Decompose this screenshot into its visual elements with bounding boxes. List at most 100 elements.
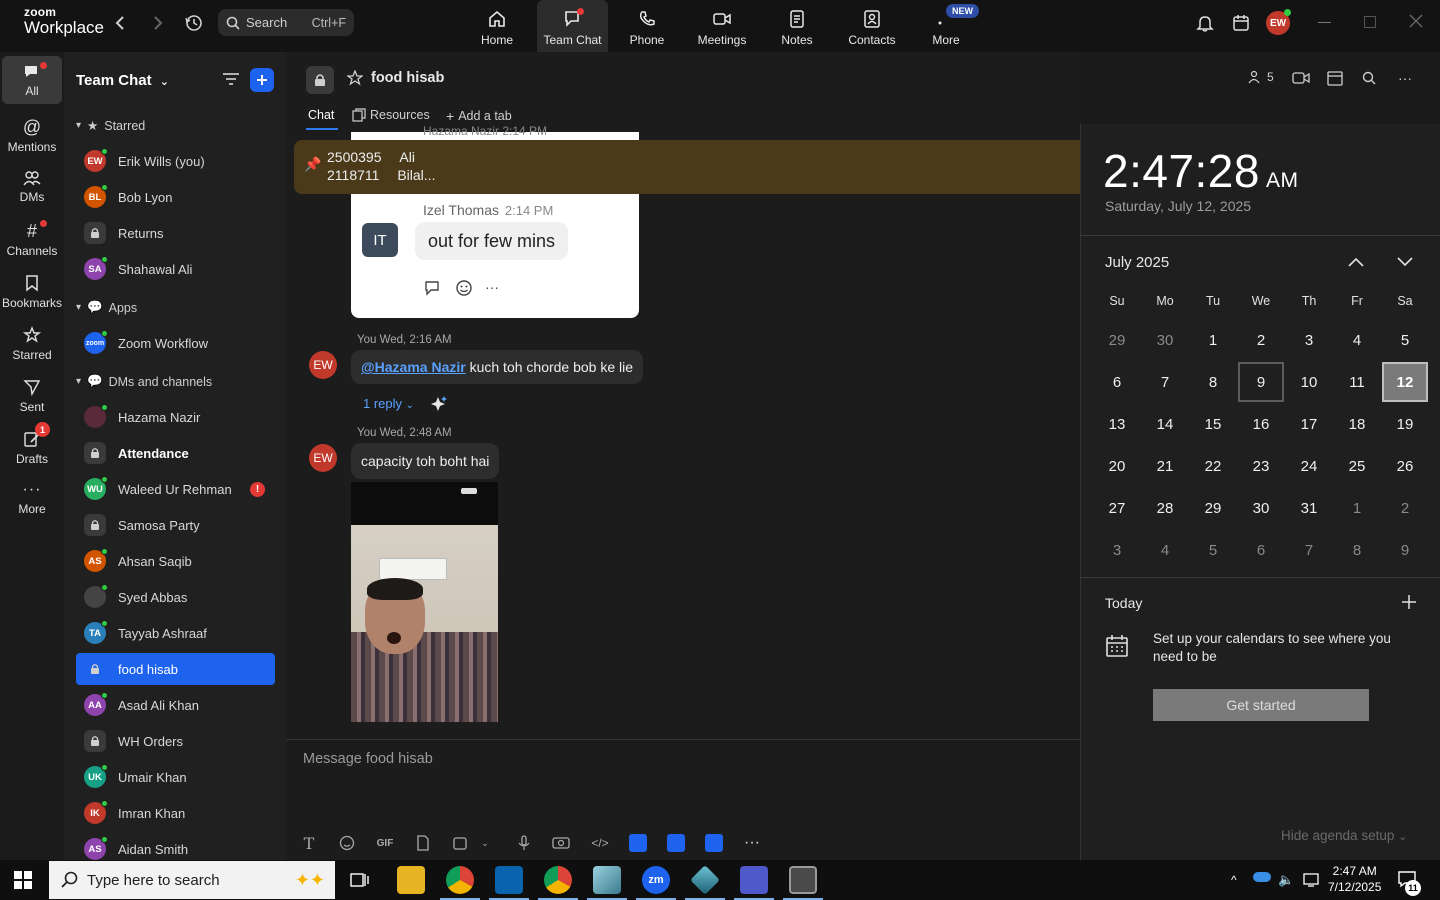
calendar-day[interactable]: 31	[1286, 488, 1332, 528]
emoji-icon[interactable]	[338, 834, 356, 852]
message-avatar[interactable]: EW	[309, 351, 337, 379]
reply-in-thread-icon[interactable]	[423, 279, 443, 297]
thread-replies-link[interactable]: 1 reply ⌄	[363, 396, 414, 411]
rail-dms[interactable]: DMs	[2, 162, 62, 214]
sidebar-title[interactable]: Team Chat ⌄	[76, 72, 169, 89]
history-icon[interactable]	[184, 13, 204, 33]
chrome-profile-icon[interactable]	[544, 866, 572, 894]
calendar-day[interactable]: 7	[1286, 530, 1332, 570]
ai-sparkle-icon[interactable]	[430, 395, 448, 413]
nav-team-chat[interactable]: Team Chat	[537, 0, 608, 52]
rail-starred[interactable]: Starred	[2, 318, 62, 370]
calendar-day[interactable]: 19	[1382, 404, 1428, 444]
calendar-day[interactable]: 29	[1190, 488, 1236, 528]
bell-icon[interactable]	[1196, 13, 1214, 33]
calendar-day[interactable]: 5	[1382, 320, 1428, 360]
more-composer-options-icon[interactable]: ···	[743, 834, 761, 852]
sidebar-item[interactable]: zoom Zoom Workflow	[76, 327, 275, 359]
tab-chat[interactable]: Chat	[308, 108, 334, 122]
sidebar-item[interactable]: EW Erik Wills (you)	[76, 145, 275, 177]
calendar-day[interactable]: 30	[1238, 488, 1284, 528]
sidebar-item[interactable]: AA Asad Ali Khan	[76, 689, 275, 721]
network-icon[interactable]	[1303, 872, 1321, 888]
zoom-taskbar-icon[interactable]: zm	[642, 866, 670, 894]
calendar-day[interactable]: 8	[1334, 530, 1380, 570]
speaker-icon[interactable]: 🔈	[1278, 872, 1294, 888]
add-reaction-icon[interactable]	[455, 279, 473, 297]
hide-agenda-setup-button[interactable]: Hide agenda setup ⌄	[1281, 828, 1407, 843]
sidebar-item[interactable]: Samosa Party	[76, 509, 275, 541]
app-diamond-icon[interactable]	[690, 865, 720, 895]
calendar-day[interactable]: 30	[1142, 320, 1188, 360]
more-actions-icon[interactable]: ···	[485, 279, 499, 295]
sidebar-item[interactable]: WU Waleed Ur Rehman!	[76, 473, 275, 505]
chevron-up-icon[interactable]: ^	[1231, 873, 1237, 887]
star-outline-icon[interactable]	[347, 70, 363, 86]
filter-icon[interactable]	[222, 72, 240, 86]
calendar-day[interactable]: 28	[1142, 488, 1188, 528]
sidebar-item[interactable]: BL Bob Lyon	[76, 181, 275, 213]
calendar-day[interactable]: 22	[1190, 446, 1236, 486]
rail-all[interactable]: All	[2, 56, 62, 104]
gif-icon[interactable]: GIF	[374, 834, 396, 852]
sidebar-item[interactable]: Returns	[76, 217, 275, 249]
chevron-down-icon[interactable]: ⌄	[476, 834, 494, 852]
calendar-day[interactable]: 3	[1094, 530, 1140, 570]
calendar-day[interactable]: 21	[1142, 446, 1188, 486]
calendar-day[interactable]: 16	[1238, 404, 1284, 444]
calendar-day[interactable]: 7	[1142, 362, 1188, 402]
calendar-day[interactable]: 2	[1238, 320, 1284, 360]
calendar-day[interactable]: 12	[1382, 362, 1428, 402]
message-avatar[interactable]: EW	[309, 444, 337, 472]
video-call-icon[interactable]	[1292, 71, 1310, 85]
section-starred[interactable]: ▾ ★ Starred	[76, 118, 145, 134]
clips-app-icon[interactable]	[667, 834, 685, 852]
calendar-day[interactable]: 8	[1190, 362, 1236, 402]
calendar-day[interactable]: 11	[1334, 362, 1380, 402]
rail-bookmarks[interactable]: Bookmarks	[2, 266, 62, 318]
task-view-icon[interactable]	[350, 871, 370, 889]
text-format-icon[interactable]: T	[300, 834, 318, 853]
message-composer[interactable]: Message food hisab T GIF ⌄ </> ···	[286, 739, 1080, 860]
file-icon[interactable]	[414, 834, 432, 852]
back-arrow-icon[interactable]	[112, 14, 130, 32]
rail-sent[interactable]: Sent	[2, 370, 62, 422]
calendar-day[interactable]: 26	[1382, 446, 1428, 486]
rail-drafts[interactable]: 1 Drafts	[2, 422, 62, 474]
calendar-day[interactable]: 18	[1334, 404, 1380, 444]
nav-contacts[interactable]: Contacts	[836, 0, 908, 52]
calendar-day[interactable]: 17	[1286, 404, 1332, 444]
onedrive-icon[interactable]	[1253, 872, 1271, 882]
calendar-day[interactable]: 1	[1334, 488, 1380, 528]
nav-phone[interactable]: Phone	[611, 0, 683, 52]
calendar-day[interactable]: 1	[1190, 320, 1236, 360]
sidebar-item[interactable]: Hazama Nazir	[76, 401, 275, 433]
sidebar-item[interactable]: IK Imran Khan	[76, 797, 275, 829]
sidebar-item[interactable]: UK Umair Khan	[76, 761, 275, 793]
file-explorer-icon[interactable]	[397, 866, 425, 894]
calendar-day[interactable]: 14	[1142, 404, 1188, 444]
more-options-icon[interactable]: ···	[1398, 70, 1412, 86]
windows-start-icon[interactable]	[14, 871, 32, 889]
sidebar-item[interactable]: food hisab	[76, 653, 275, 685]
add-event-icon[interactable]	[1401, 594, 1417, 610]
chevron-up-icon[interactable]	[1347, 256, 1365, 268]
channel-title[interactable]: food hisab	[371, 70, 444, 86]
code-snippet-icon[interactable]: </>	[591, 834, 609, 852]
chrome-icon[interactable]	[446, 866, 474, 894]
calendar-day[interactable]: 13	[1094, 404, 1140, 444]
video-message-icon[interactable]	[552, 834, 570, 852]
whiteboard-app-icon[interactable]	[705, 834, 723, 852]
calendar-day[interactable]: 20	[1094, 446, 1140, 486]
nav-more[interactable]: NEW More	[910, 0, 982, 52]
taskbar-clock[interactable]: 2:47 AM 7/12/2025	[1328, 863, 1381, 895]
calendar-day[interactable]: 23	[1238, 446, 1284, 486]
maximize-button[interactable]	[1364, 16, 1376, 28]
calendar-day[interactable]: 25	[1334, 446, 1380, 486]
month-label[interactable]: July 2025	[1105, 254, 1169, 271]
microphone-icon[interactable]	[515, 834, 533, 852]
add-tab-button[interactable]: + Add a tab	[446, 108, 512, 124]
nav-meetings[interactable]: Meetings	[686, 0, 758, 52]
calendar-day[interactable]: 2	[1382, 488, 1428, 528]
forward-arrow-icon[interactable]	[148, 14, 166, 32]
